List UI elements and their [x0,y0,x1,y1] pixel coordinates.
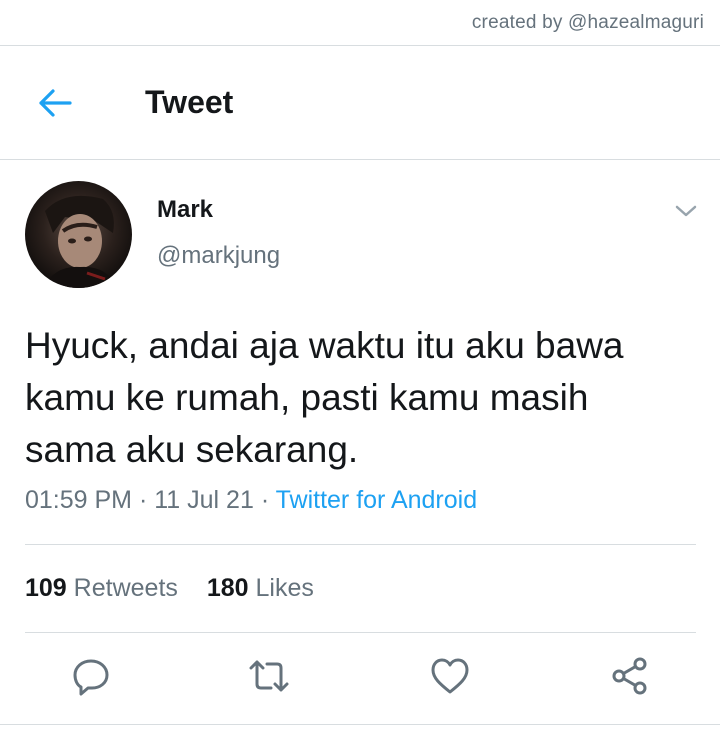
share-icon [612,657,647,695]
tweet-text-line: kamu ke rumah, pasti kamu masih [25,377,589,418]
watermark-bar: created by @hazealmaguri [0,0,720,46]
divider [25,544,696,545]
arrow-left-icon [39,89,72,117]
tweet-time: 01:59 PM [25,486,133,514]
bottom-divider [0,724,720,725]
tweet-text-line: sama aku sekarang. [25,429,359,470]
likes-label: Likes [255,574,314,602]
tweet-stats: 109 Retweets 180 Likes [25,574,314,603]
tweet-actions [0,654,720,704]
top-header: Tweet [0,46,720,160]
watermark-text: created by @hazealmaguri [471,12,704,33]
page-title: Tweet [145,84,234,120]
avatar[interactable] [25,181,132,288]
retweets-label: Retweets [73,574,178,602]
likes-count: 180 [206,574,249,602]
likes-stat[interactable]: 180 Likes [207,574,314,602]
tweet-meta: 01:59 PM · 11 Jul 21 · Twitter for Andro… [25,486,477,515]
retweet-icon [249,660,289,692]
retweet-button[interactable] [247,654,291,698]
author-name[interactable]: Mark [157,196,213,224]
tweet-detail: Mark @markjung Hyuck, andai aja waktu it… [0,160,720,739]
meta-separator: · [138,486,148,514]
divider [25,632,696,633]
tweet-date: 11 Jul 21 [154,486,254,514]
reply-icon [73,659,109,696]
tweet-text: Hyuck, andai aja waktu itu aku bawa kamu… [25,320,705,476]
tweet-source-link[interactable]: Twitter for Android [276,486,477,514]
meta-separator: · [260,486,270,514]
tweet-text-line: Hyuck, andai aja waktu itu aku bawa [25,325,624,366]
share-button[interactable] [608,654,652,698]
more-options-button[interactable] [670,198,702,224]
reply-button[interactable] [69,654,113,698]
like-button[interactable] [428,654,472,698]
back-button[interactable] [30,80,80,126]
retweets-count: 109 [25,574,67,602]
like-icon [431,658,469,694]
chevron-down-icon [675,205,697,217]
retweets-stat[interactable]: 109 Retweets [25,574,178,602]
avatar-photo [43,195,117,288]
author-handle[interactable]: @markjung [157,242,280,270]
